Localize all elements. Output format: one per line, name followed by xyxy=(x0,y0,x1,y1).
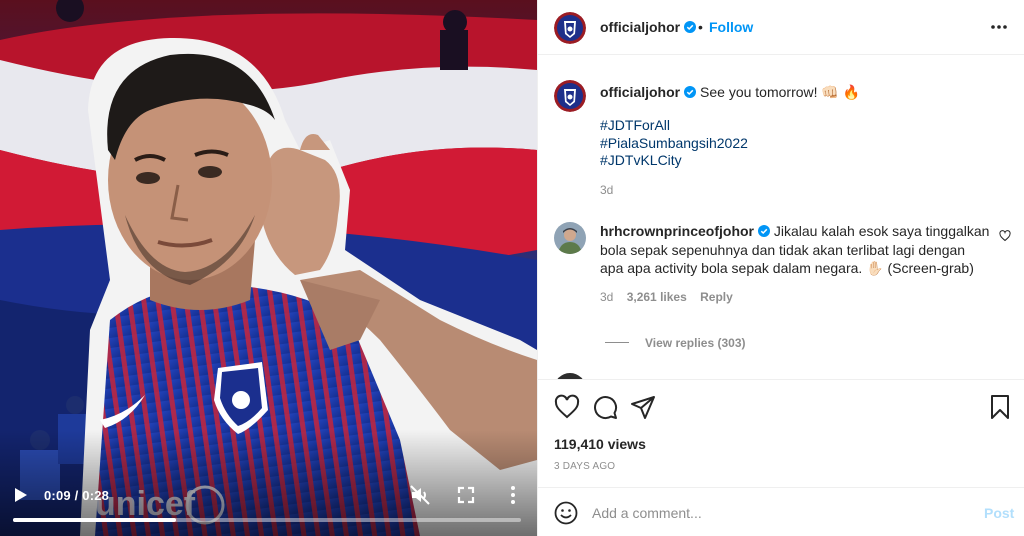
comment-text: hrhcrownprinceofjohor Jikalau kalah esok… xyxy=(600,222,992,278)
avatar[interactable] xyxy=(554,80,586,112)
muted-speaker-icon[interactable] xyxy=(410,485,430,505)
jdt-logo-icon xyxy=(554,12,586,44)
video-current-time: 0:09 xyxy=(44,488,71,503)
post-header: officialjohor • Follow xyxy=(538,0,1024,55)
hashtag-link[interactable]: #JDTForAll xyxy=(600,117,748,135)
header-username[interactable]: officialjohor xyxy=(600,19,697,35)
header-separator: • xyxy=(698,19,703,35)
video-duration: 0:28 xyxy=(82,488,110,503)
comment-date[interactable]: 3d xyxy=(600,290,613,304)
more-vertical-icon[interactable] xyxy=(505,485,521,505)
view-replies-button[interactable]: View replies (303) xyxy=(605,336,746,350)
video-player[interactable]: unicef 0:09 / 0:28 xyxy=(0,0,537,536)
comments-section[interactable]: officialjohor See you tomorrow! 👊🏻 🔥 #JD… xyxy=(538,56,1024,379)
video-progress-bar[interactable] xyxy=(13,518,521,522)
fullscreen-icon[interactable] xyxy=(457,486,475,504)
caption-date[interactable]: 3d xyxy=(600,183,613,197)
video-progress-fill xyxy=(13,518,176,522)
header-username-text[interactable]: officialjohor xyxy=(600,19,680,35)
comment-username[interactable]: hrhcrownprinceofjohor xyxy=(600,223,754,239)
avatar[interactable] xyxy=(554,222,586,254)
caption-text: officialjohor See you tomorrow! 👊🏻 🔥 xyxy=(600,83,1000,101)
post-time-ago[interactable]: 3 DAYS AGO xyxy=(554,461,615,472)
instagram-post-view: unicef 0:09 / 0:28 xyxy=(0,0,1024,536)
avatar[interactable] xyxy=(554,12,586,44)
comment-likes[interactable]: 3,261 likes xyxy=(627,290,687,304)
comment-meta: 3d 3,261 likes Reply xyxy=(600,290,743,304)
paper-plane-icon[interactable] xyxy=(630,394,656,420)
reply-button[interactable]: Reply xyxy=(700,290,733,304)
post-side-panel: officialjohor • Follow officialjohor See… xyxy=(537,0,1024,536)
user-photo-icon xyxy=(554,222,586,254)
view-count[interactable]: 119,410 views xyxy=(554,436,646,452)
like-comment-heart-icon[interactable] xyxy=(999,230,1011,242)
verified-badge-icon xyxy=(684,86,697,98)
follow-button[interactable]: Follow xyxy=(709,19,753,35)
bookmark-icon[interactable] xyxy=(987,394,1013,420)
replies-divider xyxy=(605,342,629,343)
comment-input[interactable] xyxy=(592,501,972,525)
verified-badge-icon xyxy=(684,21,697,33)
heart-icon[interactable] xyxy=(554,394,580,420)
video-frame: unicef xyxy=(0,0,537,536)
caption-body: See you tomorrow! 👊🏻 🔥 xyxy=(700,84,861,100)
comment-bubble-icon[interactable] xyxy=(592,394,618,420)
add-comment-bar: Post xyxy=(538,487,1024,536)
view-replies-label[interactable]: View replies (303) xyxy=(645,336,746,350)
play-icon[interactable] xyxy=(14,487,28,503)
emoji-smiley-icon[interactable] xyxy=(554,501,578,525)
caption-username[interactable]: officialjohor xyxy=(600,84,680,100)
video-controls: 0:09 / 0:28 xyxy=(0,470,537,536)
verified-badge-icon xyxy=(758,225,770,237)
hashtag-link[interactable]: #JDTvKLCity xyxy=(600,152,748,170)
caption-hashtags: #JDTForAll #PialaSumbangsih2022 #JDTvKLC… xyxy=(600,117,748,170)
video-time-readout: 0:09 / 0:28 xyxy=(44,488,109,503)
jdt-logo-icon xyxy=(554,80,586,112)
hashtag-link[interactable]: #PialaSumbangsih2022 xyxy=(600,135,748,153)
post-actions: 119,410 views 3 DAYS AGO xyxy=(538,379,1024,487)
post-button[interactable]: Post xyxy=(984,505,1014,521)
video-time-separator: / xyxy=(74,488,79,503)
more-horizontal-icon[interactable] xyxy=(990,20,1008,34)
